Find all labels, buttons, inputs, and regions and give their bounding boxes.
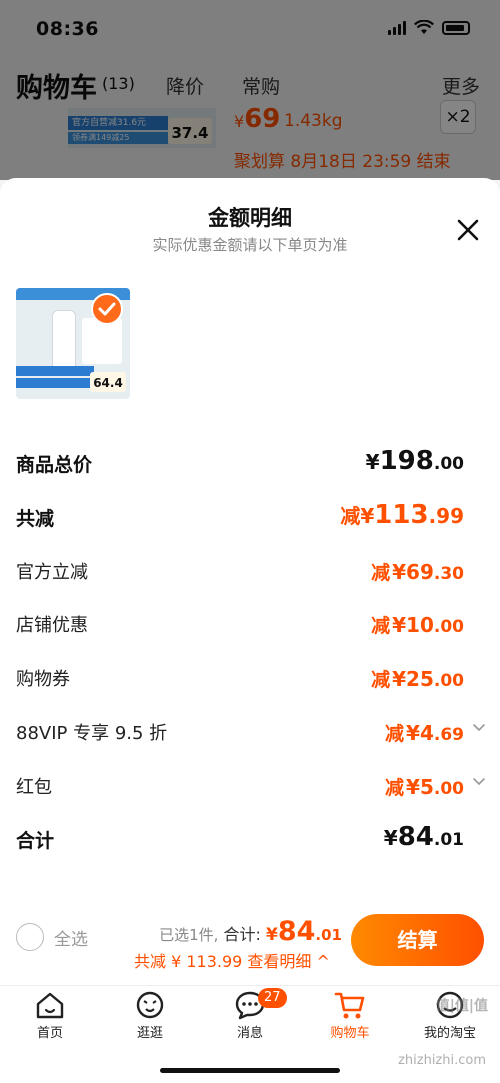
row-amount: 减¥113.99 [340, 500, 464, 530]
row-label: 官方立减 [16, 562, 88, 583]
row-red-packet[interactable]: 红包 减 ¥5.00 [0, 765, 500, 805]
home-indicator[interactable] [160, 1068, 340, 1073]
tab-label: 消息 [236, 1026, 263, 1041]
cart-icon [334, 992, 365, 1019]
row-label: 商品总价 [16, 454, 93, 476]
row-label: 88VIP 专享 9.5 折 [16, 723, 168, 744]
amount-detail-sheet: 金额明细 实际优惠金额请以下单页为准 64.4 商品总价 ¥198.00 共减 … [0, 178, 500, 1083]
message-badge: 27 [258, 988, 287, 1008]
thumbnail-promo-strip [16, 366, 94, 376]
checkout-button[interactable]: 结算 [351, 914, 484, 966]
row-grand-total: 合计 ¥84.01 [0, 818, 500, 858]
row-88vip-discount[interactable]: 88VIP 专享 9.5 折 减 ¥4.69 [0, 711, 500, 751]
tab-cart[interactable]: 购物车 [300, 986, 400, 1056]
tab-label: 首页 [36, 1026, 63, 1041]
row-shopping-coupon: 购物券 减 ¥25.00 [0, 657, 500, 697]
row-label: 红包 [16, 777, 52, 798]
row-amount: 减 ¥10.00 [371, 613, 464, 637]
row-amount: 减 ¥4.69 [385, 721, 464, 745]
tab-home[interactable]: 首页 [0, 986, 100, 1056]
row-total-discount: 共减 减¥113.99 [0, 496, 500, 536]
view-detail-link[interactable]: 共减 ¥ 113.99 查看明细 ^ [134, 948, 330, 972]
selected-count: 已选1件, [159, 926, 219, 944]
watermark-url: zhizhizhi.com [398, 1053, 486, 1068]
select-all-toggle[interactable]: 全选 [16, 923, 88, 951]
select-all-radio[interactable] [16, 923, 44, 951]
browse-icon [136, 991, 164, 1019]
tab-label: 逛逛 [136, 1026, 163, 1041]
watermark-logo: 值|值|值 [435, 998, 488, 1014]
row-amount: 减 ¥5.00 [385, 775, 464, 799]
row-store-discount: 店铺优惠 减 ¥10.00 [0, 603, 500, 643]
tab-label: 我的淘宝 [423, 1026, 476, 1041]
chevron-down-icon[interactable] [472, 775, 486, 789]
tab-browse[interactable]: 逛逛 [100, 986, 200, 1056]
row-subtotal: 商品总价 ¥198.00 [0, 442, 500, 482]
total-label: 合计: [223, 925, 261, 944]
total-dec: .01 [315, 926, 342, 944]
sheet-title: 金额明细 [208, 206, 292, 230]
row-amount: ¥84.01 [383, 822, 464, 852]
row-amount: ¥198.00 [365, 446, 464, 476]
row-label: 购物券 [16, 669, 70, 690]
thumbnail-coupon-strip [16, 378, 94, 388]
selected-check-icon[interactable] [90, 292, 124, 326]
select-all-label: 全选 [54, 929, 88, 950]
tab-label: 购物车 [330, 1026, 370, 1041]
tab-messages[interactable]: 27 消息 [200, 986, 300, 1056]
row-label: 共减 [16, 508, 55, 530]
row-amount: 减 ¥69.30 [371, 560, 464, 584]
home-icon [36, 992, 64, 1019]
chevron-down-icon[interactable] [472, 721, 486, 735]
row-official-discount: 官方立减 减 ¥69.30 [0, 550, 500, 590]
total-int: 84 [277, 916, 316, 947]
row-amount: 减 ¥25.00 [371, 667, 464, 691]
close-icon[interactable] [454, 216, 482, 244]
bottle-image [52, 310, 76, 368]
dim-overlay[interactable] [0, 0, 500, 180]
thumbnail-price: 64.4 [90, 372, 126, 392]
total-currency: ¥ [266, 925, 278, 945]
row-label: 店铺优惠 [16, 615, 88, 636]
row-label: 合计 [16, 830, 55, 852]
checkout-summary: 已选1件, 合计: ¥84.01 [159, 916, 342, 947]
sheet-subtitle: 实际优惠金额请以下单页为准 [152, 236, 348, 254]
